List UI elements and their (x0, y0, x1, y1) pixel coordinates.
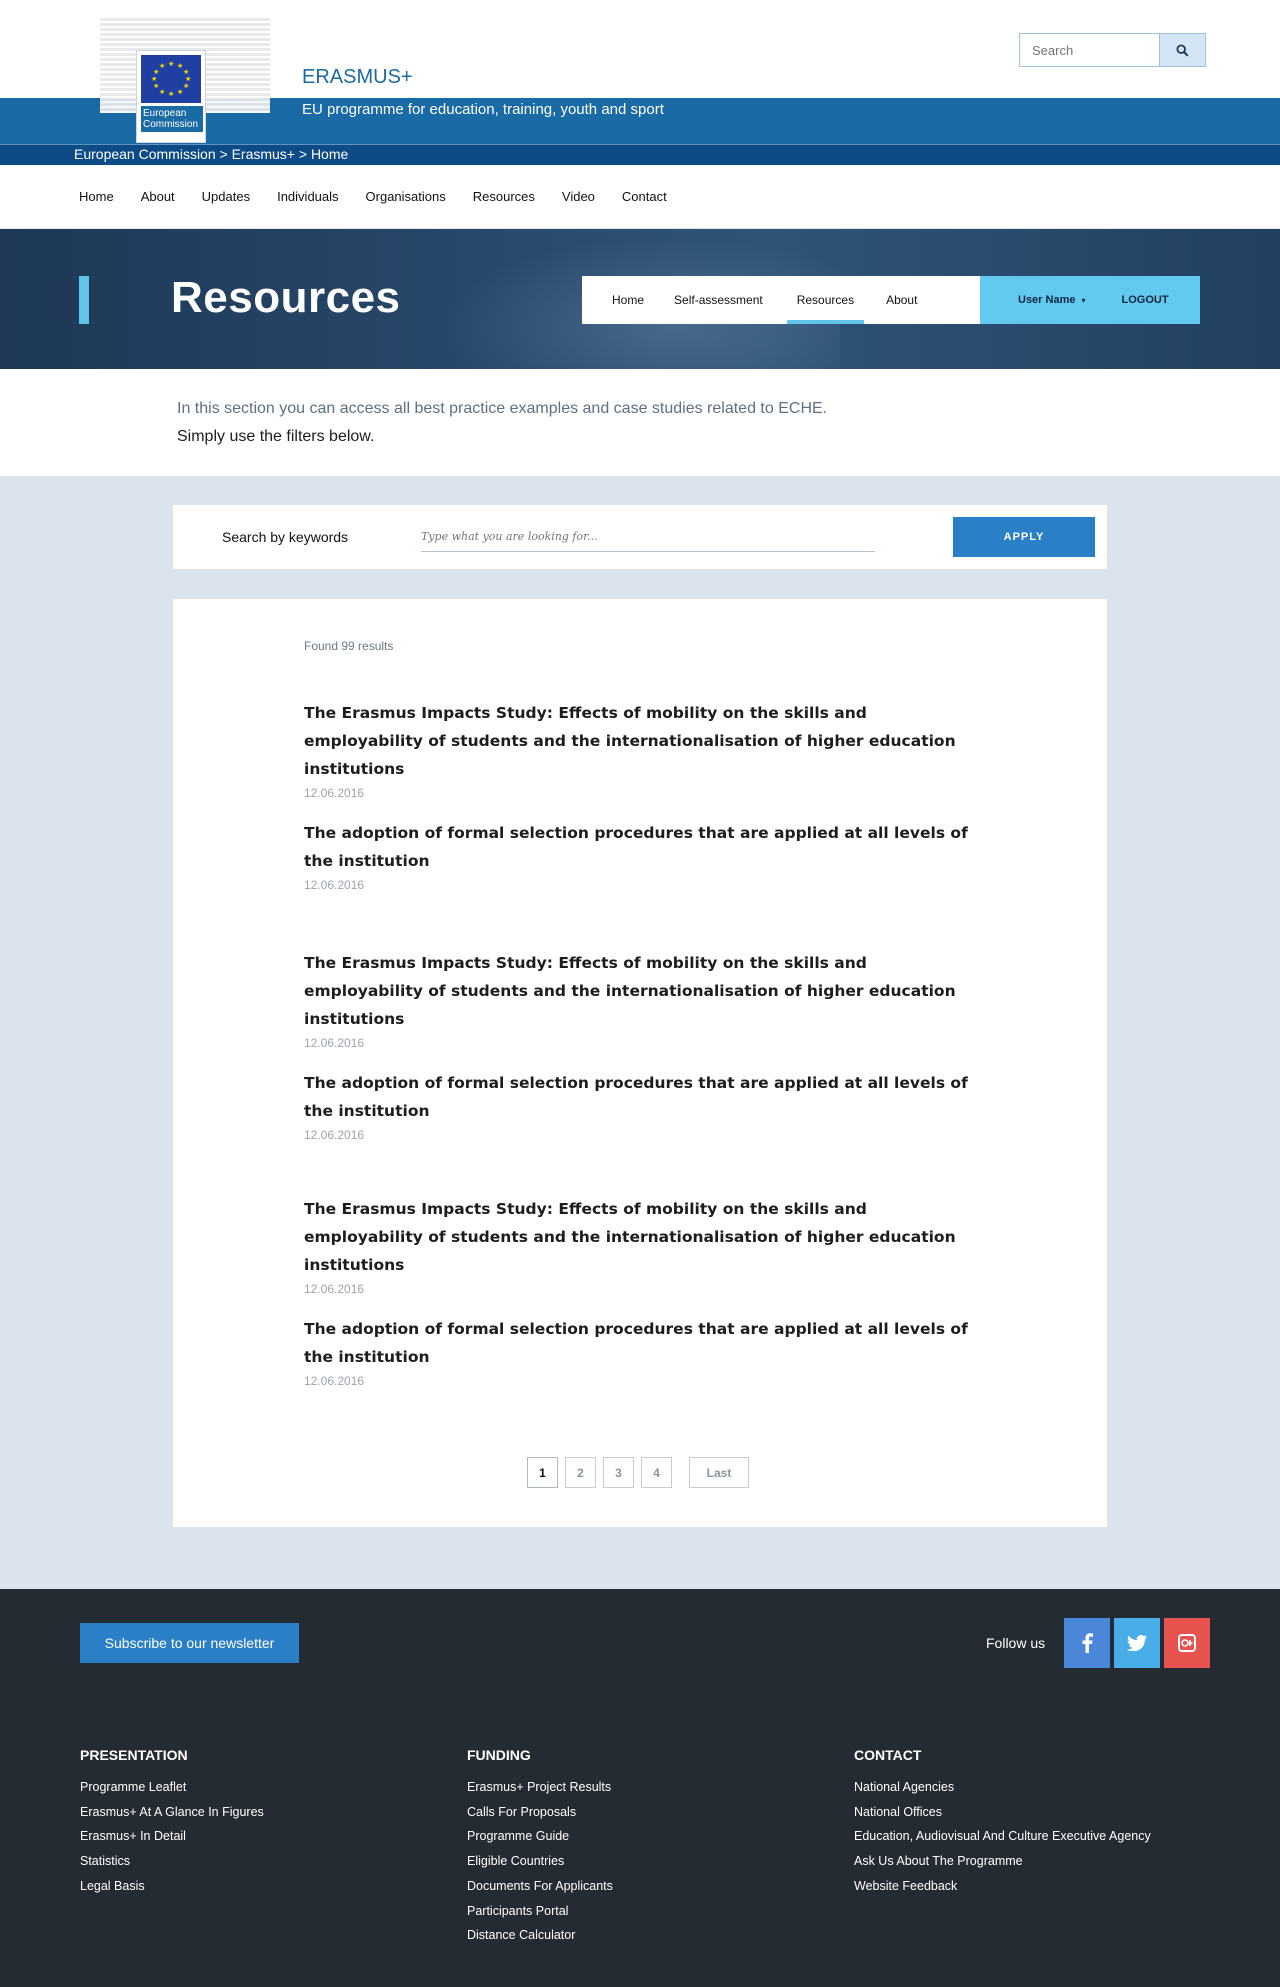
footer-column-funding: FUNDING Erasmus+ Project Results Calls F… (467, 1747, 613, 1948)
follow-us-label: Follow us (986, 1635, 1046, 1651)
footer-link[interactable]: Statistics (80, 1849, 264, 1874)
footer-link[interactable]: Erasmus+ In Detail (80, 1824, 264, 1849)
result-item: The Erasmus Impacts Study: Effects of mo… (304, 949, 984, 1050)
footer-link[interactable]: Participants Portal (467, 1899, 613, 1924)
footer-link[interactable]: National Agencies (854, 1775, 1151, 1800)
subscribe-newsletter-button[interactable]: Subscribe to our newsletter (80, 1623, 299, 1663)
result-date: 12.06.2016 (304, 878, 365, 892)
nav-item-about[interactable]: About (141, 189, 175, 204)
footer-link[interactable]: Distance Calculator (467, 1923, 613, 1948)
keyword-filter: Search by keywords APPLY (173, 505, 1107, 569)
footer-link[interactable]: Eligible Countries (467, 1849, 613, 1874)
footer-heading: CONTACT (854, 1747, 922, 1763)
page-button-4[interactable]: 4 (641, 1457, 672, 1488)
footer-link[interactable]: Ask Us About The Programme (854, 1849, 1151, 1874)
european-commission-logo[interactable]: ★ ★ ★ ★ ★ ★ ★ ★ ★ ★ ★ ★ European Commiss… (96, 14, 271, 143)
twitter-icon (1127, 1635, 1147, 1651)
logo-box: ★ ★ ★ ★ ★ ★ ★ ★ ★ ★ ★ ★ European Commiss… (136, 50, 206, 143)
nav-item-resources[interactable]: Resources (473, 189, 535, 204)
eu-flag-icon: ★ ★ ★ ★ ★ ★ ★ ★ ★ ★ ★ ★ (141, 55, 201, 103)
search-button[interactable] (1159, 34, 1205, 66)
keyword-input[interactable] (421, 522, 875, 552)
site-subtitle: EU programme for education, training, yo… (302, 101, 664, 118)
result-title[interactable]: The adoption of formal selection procedu… (304, 1315, 984, 1371)
site-title[interactable]: ERASMUS+ (302, 66, 413, 89)
nav-item-organisations[interactable]: Organisations (366, 189, 446, 204)
logo-text: European Commission (141, 106, 203, 132)
nav-item-individuals[interactable]: Individuals (277, 189, 338, 204)
nav-item-updates[interactable]: Updates (202, 189, 250, 204)
site-footer: Subscribe to our newsletter Follow us PR… (0, 1589, 1280, 1987)
page-button-2[interactable]: 2 (565, 1457, 596, 1488)
twitter-button[interactable] (1114, 1618, 1160, 1668)
google-plus-button[interactable] (1164, 1618, 1210, 1668)
result-item: The Erasmus Impacts Study: Effects of mo… (304, 1195, 984, 1296)
magnifier-icon (1176, 43, 1189, 57)
footer-link[interactable]: Erasmus+ At A Glance In Figures (80, 1800, 264, 1825)
result-title[interactable]: The Erasmus Impacts Study: Effects of mo… (304, 949, 984, 1033)
footer-link[interactable]: Documents For Applicants (467, 1874, 613, 1899)
site-header: ★ ★ ★ ★ ★ ★ ★ ★ ★ ★ ★ ★ European Commiss… (0, 0, 1280, 165)
footer-link[interactable]: Erasmus+ Project Results (467, 1775, 613, 1800)
page-button-3[interactable]: 3 (603, 1457, 634, 1488)
tab-home[interactable]: Home (602, 276, 654, 324)
main-nav-list: Home About Updates Individuals Organisat… (79, 189, 694, 204)
footer-column-contact: CONTACT National Agencies National Offic… (854, 1747, 1151, 1899)
result-date: 12.06.2016 (304, 1282, 365, 1296)
result-item: The adoption of formal selection procedu… (304, 1315, 984, 1388)
hero-accent-bar (79, 276, 89, 324)
result-item: The adoption of formal selection procedu… (304, 1069, 984, 1142)
intro-text: In this section you can access all best … (177, 400, 828, 417)
result-date: 12.06.2016 (304, 1374, 365, 1388)
chevron-down-icon[interactable]: ▾ (1081, 296, 1085, 305)
result-item: The Erasmus Impacts Study: Effects of mo… (304, 699, 984, 800)
keyword-label: Search by keywords (222, 529, 349, 545)
footer-link[interactable]: Programme Leaflet (80, 1775, 264, 1800)
search-input[interactable] (1020, 34, 1160, 66)
nav-item-home[interactable]: Home (79, 189, 114, 204)
page-button-last[interactable]: Last (689, 1457, 749, 1488)
facebook-icon (1082, 1633, 1093, 1653)
footer-link[interactable]: National Offices (854, 1800, 1151, 1825)
intro-section: In this section you can access all best … (0, 369, 1280, 476)
header-search (1019, 33, 1206, 67)
result-title[interactable]: The adoption of formal selection procedu… (304, 1069, 984, 1125)
google-plus-icon (1178, 1634, 1196, 1652)
results-panel: Found 99 results The Erasmus Impacts Stu… (173, 599, 1107, 1527)
breadcrumb[interactable]: European Commission > Erasmus+ > Home (74, 146, 348, 162)
result-date: 12.06.2016 (304, 1128, 365, 1142)
result-date: 12.06.2016 (304, 1036, 365, 1050)
page-button-1[interactable]: 1 (527, 1457, 558, 1488)
facebook-button[interactable] (1064, 1618, 1110, 1668)
result-title[interactable]: The Erasmus Impacts Study: Effects of mo… (304, 1195, 984, 1279)
pagination: 1 2 3 4 Last (527, 1457, 756, 1488)
result-item: The adoption of formal selection procedu… (304, 819, 984, 892)
section-tabs: Home Self-assessment Resources About (582, 276, 980, 324)
footer-heading: PRESENTATION (80, 1747, 188, 1763)
result-title[interactable]: The Erasmus Impacts Study: Effects of mo… (304, 699, 984, 783)
footer-link[interactable]: Website Feedback (854, 1874, 1151, 1899)
nav-item-video[interactable]: Video (562, 189, 595, 204)
user-menu[interactable]: User Name (1018, 294, 1075, 306)
result-title[interactable]: The adoption of formal selection procedu… (304, 819, 984, 875)
user-bar: User Name ▾ LOGOUT (980, 276, 1200, 324)
tab-about[interactable]: About (876, 276, 927, 324)
result-date: 12.06.2016 (304, 786, 365, 800)
main-nav: Home About Updates Individuals Organisat… (0, 165, 1280, 229)
tab-resources[interactable]: Resources (786, 276, 865, 324)
footer-heading: FUNDING (467, 1747, 531, 1763)
nav-item-contact[interactable]: Contact (622, 189, 667, 204)
tab-self-assessment[interactable]: Self-assessment (664, 276, 773, 324)
footer-link[interactable]: Calls For Proposals (467, 1800, 613, 1825)
footer-link[interactable]: Education, Audiovisual And Culture Execu… (854, 1824, 1151, 1849)
page-title: Resources (171, 273, 401, 322)
footer-column-presentation: PRESENTATION Programme Leaflet Erasmus+ … (80, 1747, 264, 1899)
footer-link[interactable]: Legal Basis (80, 1874, 264, 1899)
footer-link[interactable]: Programme Guide (467, 1824, 613, 1849)
hero-banner: Resources Home Self-assessment Resources… (0, 229, 1280, 369)
intro-instruction: Simply use the filters below. (177, 428, 375, 445)
results-count: Found 99 results (304, 639, 394, 653)
apply-button[interactable]: APPLY (953, 517, 1095, 557)
logout-button[interactable]: LOGOUT (1122, 294, 1169, 306)
